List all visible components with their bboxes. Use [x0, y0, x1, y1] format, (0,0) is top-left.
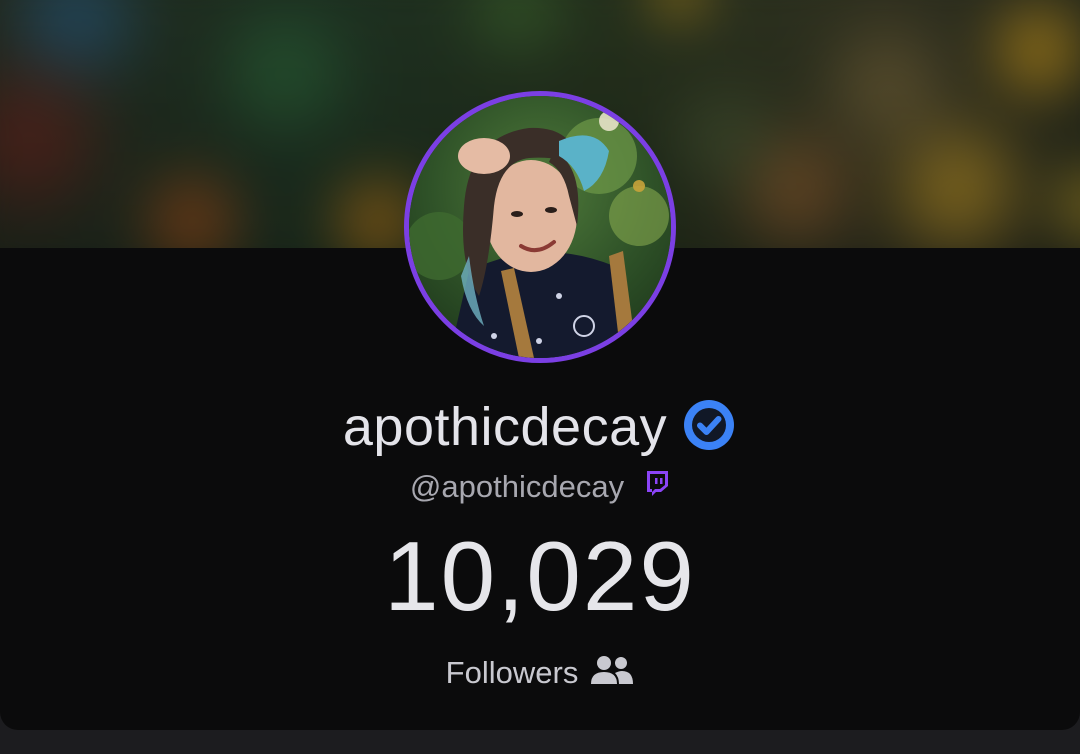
users-icon [590, 654, 634, 691]
twitch-icon[interactable] [644, 470, 670, 503]
profile-card: apothicdecay @apothicdecay 10,029 Follow… [0, 0, 1080, 730]
avatar[interactable] [404, 91, 676, 363]
verified-check-icon [681, 397, 737, 458]
handle-row: @apothicdecay [0, 464, 1080, 508]
followers-label: Followers [445, 654, 579, 690]
followers-row: Followers [0, 650, 1080, 694]
follower-count: 10,029 [384, 521, 696, 631]
display-name: apothicdecay [342, 397, 668, 457]
username-handle[interactable]: @apothicdecay [410, 471, 624, 502]
avatar-photo [409, 96, 671, 358]
display-name-row: apothicdecay [0, 392, 1080, 462]
